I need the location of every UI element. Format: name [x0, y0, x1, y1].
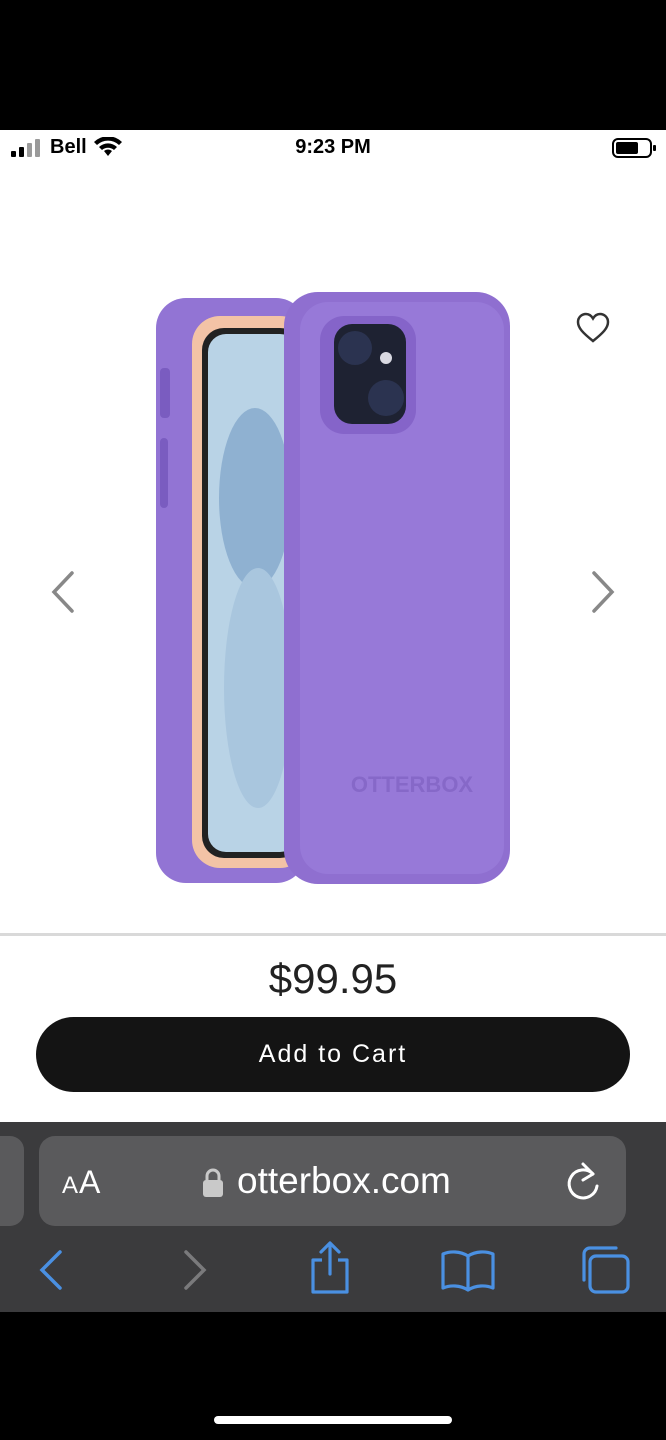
- reload-icon[interactable]: [563, 1160, 603, 1204]
- clock: 9:23 PM: [295, 136, 371, 158]
- home-indicator[interactable]: [214, 1416, 452, 1424]
- status-bar: Bell 9:23 PM: [0, 130, 666, 166]
- product-price: $99.95: [268, 955, 398, 1002]
- tabs-icon[interactable]: [578, 1244, 632, 1296]
- carousel-prev-arrow-icon[interactable]: [44, 567, 84, 617]
- otterbox-logo: OTTERBOX: [351, 772, 474, 797]
- wishlist-heart-icon[interactable]: [576, 312, 610, 344]
- add-to-cart-button[interactable]: Add to Cart: [36, 1017, 630, 1092]
- url-text[interactable]: otterbox.com: [237, 1160, 451, 1202]
- bookmarks-icon[interactable]: [440, 1248, 496, 1292]
- battery-icon: [612, 138, 656, 158]
- forward-icon[interactable]: [180, 1248, 210, 1292]
- lock-icon: [203, 1168, 223, 1197]
- previous-tab-preview[interactable]: [0, 1136, 24, 1226]
- product-image[interactable]: OTTERBOX: [150, 288, 520, 888]
- share-icon[interactable]: [307, 1240, 353, 1296]
- carousel-next-arrow-icon[interactable]: [582, 567, 622, 617]
- back-icon[interactable]: [36, 1248, 66, 1292]
- reader-text-size-button[interactable]: AA: [62, 1164, 101, 1201]
- divider: [0, 933, 666, 936]
